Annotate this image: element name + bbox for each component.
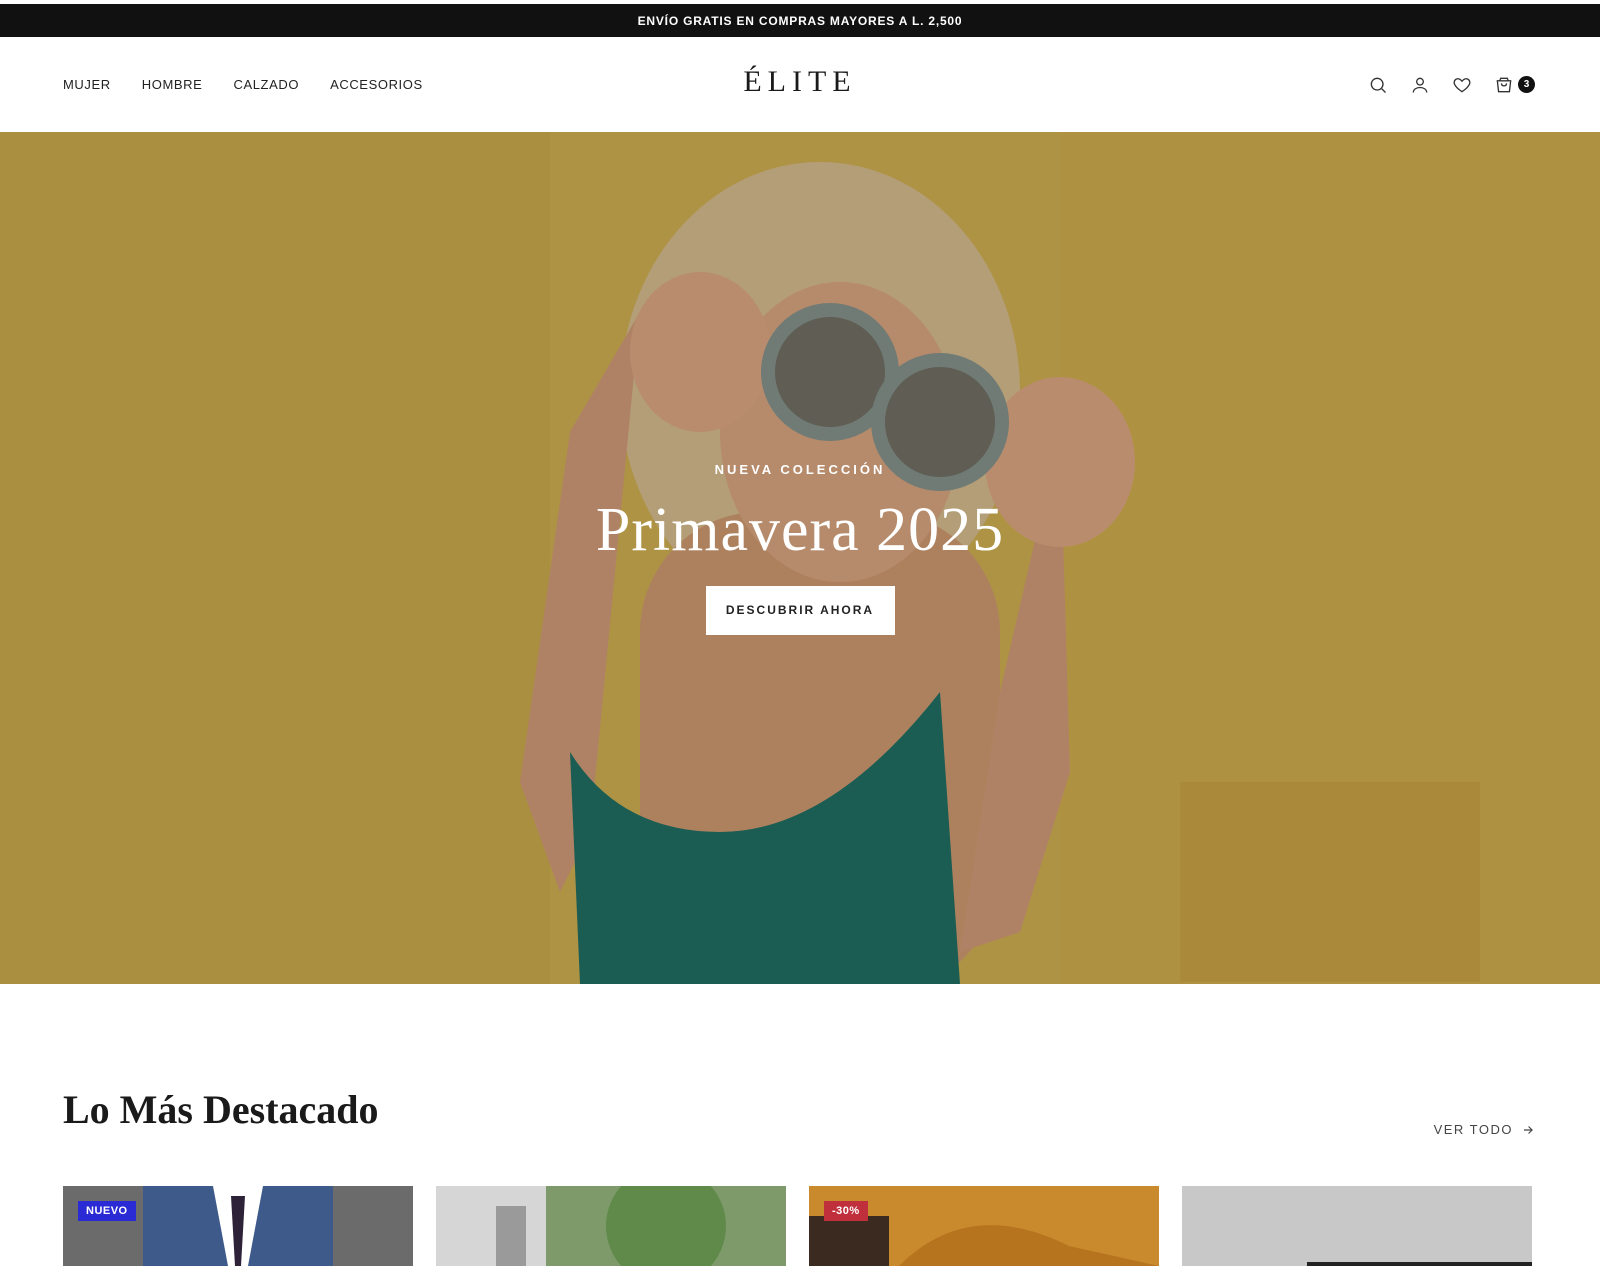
product-image	[63, 1186, 413, 1266]
product-card[interactable]: NUEVO	[63, 1186, 413, 1266]
cart-count-badge: 3	[1518, 76, 1535, 93]
search-icon[interactable]	[1367, 74, 1389, 96]
product-image	[436, 1186, 786, 1266]
announcement-bar: ENVÍO GRATIS EN COMPRAS MAYORES A L. 2,5…	[0, 4, 1600, 37]
product-badge-new: NUEVO	[78, 1201, 136, 1221]
bag-icon[interactable]	[1493, 74, 1515, 96]
section-title: Lo Más Destacado	[63, 1087, 379, 1132]
arrow-right-icon	[1523, 1125, 1533, 1134]
header-actions: 3	[1367, 37, 1535, 132]
site-header: MUJER HOMBRE CALZADO ACCESORIOS ÉLITE 3	[0, 37, 1600, 132]
product-image	[1182, 1186, 1532, 1266]
view-all-link[interactable]: VER TODO	[1434, 1122, 1535, 1137]
cart-button[interactable]: 3	[1493, 74, 1535, 96]
hero-banner: NUEVA COLECCIÓN Primavera 2025 DESCUBRIR…	[0, 132, 1600, 984]
product-grid: NUEVO -30%	[63, 1186, 1532, 1266]
product-card[interactable]	[1182, 1186, 1532, 1266]
product-badge-sale: -30%	[824, 1201, 868, 1221]
hero-title: Primavera 2025	[595, 496, 1005, 564]
product-card[interactable]: -30%	[809, 1186, 1159, 1266]
brand-logo[interactable]: ÉLITE	[0, 65, 1600, 99]
hero-content: NUEVA COLECCIÓN Primavera 2025 DESCUBRIR…	[0, 462, 1600, 635]
hero-kicker: NUEVA COLECCIÓN	[714, 462, 886, 477]
hero-cta-button[interactable]: DESCUBRIR AHORA	[705, 586, 895, 635]
product-image	[809, 1186, 1159, 1266]
user-icon[interactable]	[1409, 74, 1431, 96]
view-all-label: VER TODO	[1433, 1122, 1513, 1137]
announcement-text: ENVÍO GRATIS EN COMPRAS MAYORES A L. 2,5…	[637, 13, 963, 28]
product-card[interactable]	[436, 1186, 786, 1266]
heart-icon[interactable]	[1451, 74, 1473, 96]
